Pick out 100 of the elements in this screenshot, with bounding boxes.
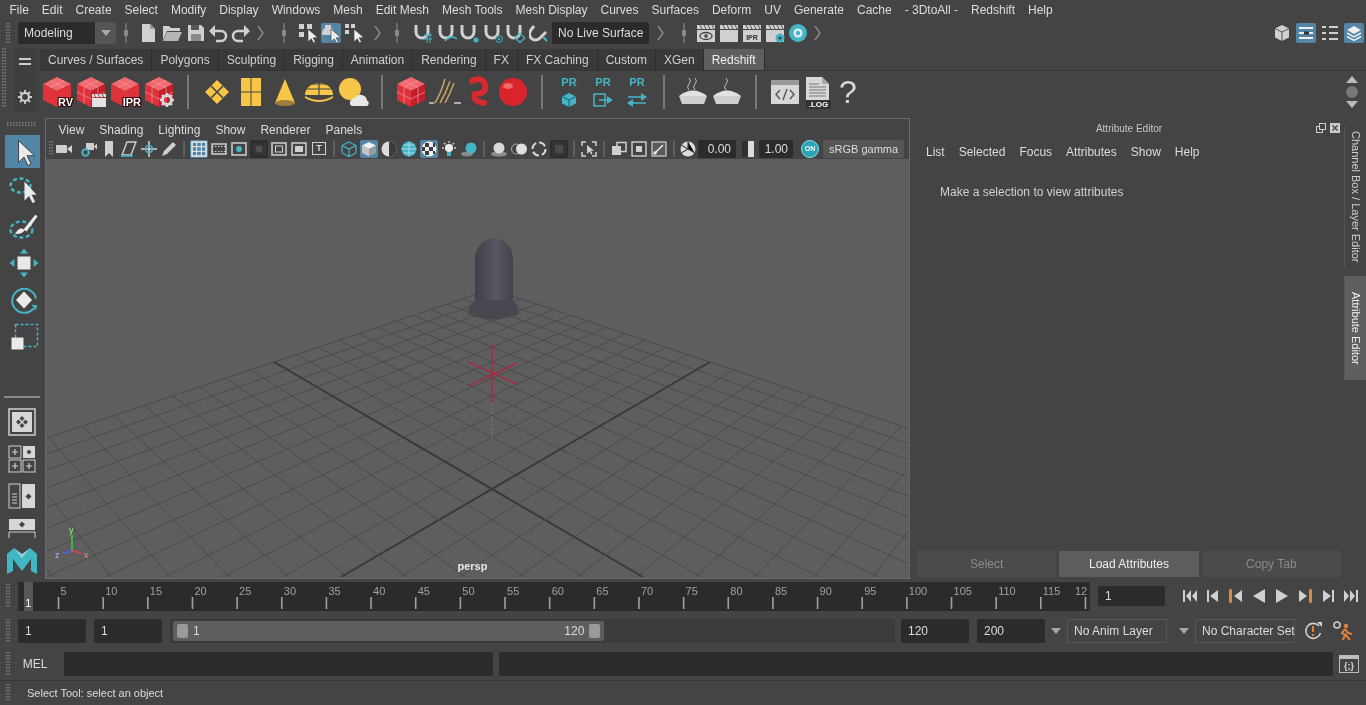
shelf-tab[interactable]: Animation	[342, 49, 414, 70]
clapper-eye-icon[interactable]	[696, 22, 716, 43]
editor-menu-item[interactable]: Attributes	[1059, 142, 1124, 162]
select-tool-icon[interactable]	[4, 135, 40, 168]
ring-icon[interactable]	[788, 22, 808, 43]
clapper-gear-icon[interactable]	[765, 22, 785, 43]
time-slider[interactable]: 5 10 15 20 25 30 35 40 45 50 55 60 65 70 75 80 85 90 95 100 105 110 115 12 1	[18, 581, 1090, 611]
layers-icon[interactable]	[1344, 22, 1364, 43]
language-toggle[interactable]: MEL	[15, 657, 55, 671]
menu-item[interactable]: Deform	[705, 0, 758, 20]
magnet-icon[interactable]	[529, 22, 549, 43]
four-pane-layout-icon[interactable]	[8, 445, 36, 473]
shaded-cube-icon[interactable]	[360, 139, 378, 158]
snap-grid-icon[interactable]	[413, 22, 433, 43]
grip-icon[interactable]	[6, 618, 10, 643]
document-icon[interactable]	[803, 75, 831, 100]
select-object-icon[interactable]	[321, 22, 341, 43]
field-chart-icon[interactable]	[270, 139, 288, 158]
shelf-tab[interactable]: Custom	[597, 49, 656, 70]
shelf-tab[interactable]: XGen	[655, 49, 704, 70]
shelf-tab[interactable]: Rendering	[413, 49, 486, 70]
menu-item[interactable]: File	[3, 0, 36, 20]
range-slider-bar[interactable]: 1 120	[173, 620, 605, 641]
wire-cube-icon[interactable]	[340, 139, 358, 158]
dropdown-arrow-icon[interactable]	[100, 29, 111, 36]
menu-set-dropdown[interactable]: Modeling	[18, 21, 116, 44]
clapper-icon[interactable]	[719, 22, 739, 43]
log-button[interactable]: .LOG	[803, 75, 831, 109]
grip-icon[interactable]	[6, 684, 10, 702]
menu-item[interactable]: Windows	[265, 0, 327, 20]
swap-arrows-icon[interactable]	[626, 92, 648, 108]
shelf-tab[interactable]: Sculpting	[218, 49, 286, 70]
editor-menu-item[interactable]: List	[919, 142, 952, 162]
light-bulb-icon[interactable]	[440, 139, 458, 158]
panel-menu-item[interactable]: Renderer	[252, 121, 318, 138]
playback-end-field[interactable]: 120	[901, 618, 969, 643]
safe-action-icon[interactable]	[290, 139, 308, 158]
grip-icon[interactable]	[6, 652, 10, 676]
menu-item[interactable]: Create	[69, 0, 119, 20]
proxy-export-button[interactable]: PR	[555, 75, 583, 109]
menu-item[interactable]: UV	[757, 0, 788, 20]
shelf-tab[interactable]: Rigging	[285, 49, 343, 70]
cube-gear-icon[interactable]	[143, 76, 175, 108]
help-button[interactable]: ?	[837, 75, 859, 109]
grip-icon[interactable]	[2, 48, 6, 108]
grip-icon[interactable]	[6, 22, 10, 43]
menu-item[interactable]: Surfaces	[645, 0, 706, 20]
proxy-export-button[interactable]: PR	[589, 75, 617, 109]
cube-icon[interactable]	[1272, 22, 1292, 43]
sphere-icon[interactable]	[497, 76, 529, 108]
collapse-handle-icon[interactable]	[682, 22, 686, 43]
collapse-handle-icon[interactable]	[282, 22, 286, 43]
side-tab[interactable]: Attribute Editor	[1344, 276, 1366, 380]
panel-menu-item[interactable]: View	[51, 121, 92, 138]
antialias-icon[interactable]	[530, 139, 548, 158]
attribute-list-icon[interactable]	[1296, 22, 1316, 43]
shelf-tab[interactable]: FX Caching	[517, 49, 598, 70]
script-editor-button[interactable]: {;}	[1339, 655, 1359, 673]
step-back-icon[interactable]	[1205, 589, 1221, 603]
editor-button[interactable]: Load Attributes	[1059, 551, 1199, 577]
wire-sphere-icon[interactable]	[400, 139, 418, 158]
shelf-tab[interactable]: Curves / Surfaces	[40, 49, 153, 70]
range-handle-icon[interactable]	[589, 623, 601, 638]
snap-center-icon[interactable]	[483, 22, 503, 43]
export-arrow-icon[interactable]	[592, 92, 614, 108]
playback-start-field[interactable]: 1	[94, 618, 162, 643]
range-handle-icon[interactable]	[177, 623, 188, 638]
snap-point-icon[interactable]	[459, 22, 479, 43]
xray-joints-icon[interactable]	[650, 139, 668, 158]
two-pane-layout-icon[interactable]	[8, 518, 36, 538]
character-set-dropdown[interactable]: No Character Set	[1195, 618, 1295, 643]
dropdown-arrow-icon[interactable]	[1179, 627, 1189, 634]
proxy-export-button[interactable]: PR	[623, 75, 651, 109]
settings-icon[interactable]	[18, 90, 32, 104]
redo-icon[interactable]	[231, 22, 251, 43]
pan-zoom-icon[interactable]	[140, 139, 158, 158]
aperture-icon[interactable]	[680, 140, 696, 157]
shelf-tab[interactable]: Redshift	[703, 49, 765, 70]
anim-layer-dropdown[interactable]: No Anim Layer	[1067, 618, 1167, 643]
sun-cloud-icon[interactable]	[337, 76, 369, 108]
grid-icon[interactable]	[190, 139, 208, 158]
prev-key-icon[interactable]	[1228, 589, 1244, 603]
command-input-field[interactable]	[64, 652, 493, 676]
menu-item[interactable]: Help	[1021, 0, 1060, 20]
resolution-gate-icon[interactable]	[230, 139, 248, 158]
panel-menu-item[interactable]: Panels	[317, 121, 370, 138]
collapse-handle-icon[interactable]	[395, 22, 399, 43]
cube-grid-icon[interactable]	[395, 76, 427, 108]
menu-item[interactable]: Generate	[787, 0, 851, 20]
grip-icon[interactable]	[6, 584, 10, 608]
editor-menu-item[interactable]: Focus	[1012, 142, 1060, 162]
half-shaded-sphere-icon[interactable]	[380, 139, 398, 158]
menu-item[interactable]: Mesh Tools	[435, 0, 509, 20]
pencil-icon[interactable]	[160, 139, 178, 158]
menu-icon[interactable]	[19, 58, 31, 65]
shelf-tab[interactable]: Polygons	[152, 49, 219, 70]
float-window-icon[interactable]	[1316, 123, 1326, 133]
shelf-tab[interactable]: FX	[485, 49, 518, 70]
gamma-field[interactable]: 1.00	[759, 139, 793, 158]
menu-item[interactable]: Edit Mesh	[369, 0, 436, 20]
